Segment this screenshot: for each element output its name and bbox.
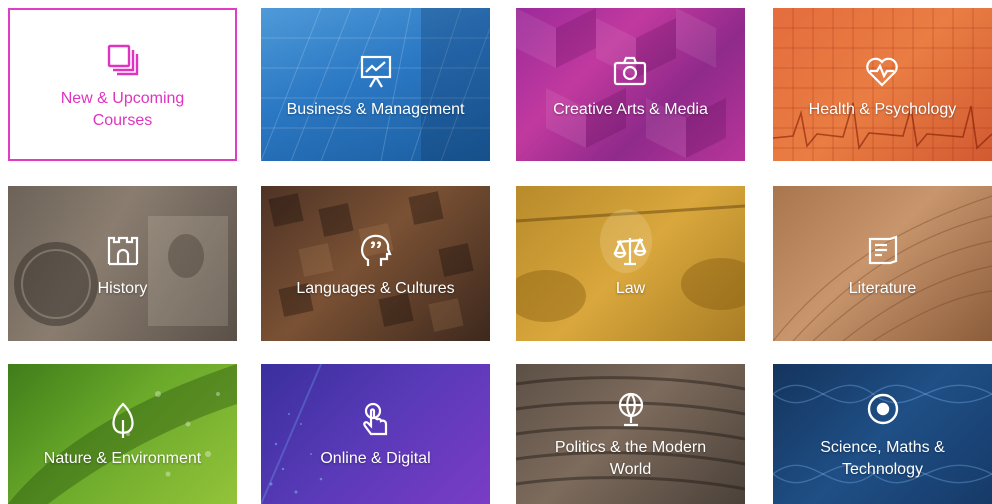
course-category-grid: New & Upcoming Courses Business & Manage… bbox=[0, 0, 992, 504]
heart-pulse-icon bbox=[860, 49, 904, 93]
tile-new-upcoming-courses[interactable]: New & Upcoming Courses bbox=[8, 8, 237, 161]
tile-languages-cultures[interactable]: Languages & Cultures bbox=[261, 186, 490, 341]
tile-content: Law bbox=[608, 228, 653, 300]
tile-content: Languages & Cultures bbox=[288, 228, 462, 300]
tile-content: Creative Arts & Media bbox=[545, 49, 716, 121]
tile-content: Health & Psychology bbox=[801, 49, 965, 121]
atom-icon bbox=[861, 387, 905, 431]
tile-creative-arts-media[interactable]: Creative Arts & Media bbox=[516, 8, 745, 161]
tile-history[interactable]: History bbox=[8, 186, 237, 341]
tile-label: Politics & the Modern World bbox=[554, 439, 707, 478]
tile-business-management[interactable]: Business & Management bbox=[261, 8, 490, 161]
camera-icon bbox=[608, 49, 652, 93]
tile-label: Creative Arts & Media bbox=[553, 100, 708, 118]
tile-science-maths-technology[interactable]: Science, Maths & Technology bbox=[773, 364, 992, 504]
tile-label: Science, Maths & Technology bbox=[820, 439, 945, 478]
tile-content: Online & Digital bbox=[312, 398, 438, 470]
tile-content: Literature bbox=[841, 228, 925, 300]
stacked-squares-icon bbox=[101, 38, 145, 82]
tile-law[interactable]: Law bbox=[516, 186, 745, 341]
castle-icon bbox=[101, 228, 145, 272]
tile-label: Business & Management bbox=[286, 100, 465, 118]
tile-label: Languages & Cultures bbox=[296, 279, 455, 297]
tile-content: History bbox=[90, 228, 156, 300]
tile-politics-modern-world[interactable]: Politics & the Modern World bbox=[516, 364, 745, 504]
tile-literature[interactable]: Literature bbox=[773, 186, 992, 341]
leaf-icon bbox=[101, 398, 145, 442]
tile-content: Business & Management bbox=[279, 49, 473, 121]
tile-label: Literature bbox=[848, 279, 917, 297]
presentation-board-icon bbox=[354, 49, 398, 93]
touch-hand-icon bbox=[354, 398, 398, 442]
tile-content: Science, Maths & Technology bbox=[795, 387, 971, 481]
tile-label: History bbox=[97, 279, 148, 297]
globe-icon bbox=[609, 387, 653, 431]
tile-online-digital[interactable]: Online & Digital bbox=[261, 364, 490, 504]
tile-content: Nature & Environment bbox=[36, 398, 209, 470]
tile-label: Health & Psychology bbox=[808, 100, 957, 118]
tile-label: Nature & Environment bbox=[43, 450, 202, 467]
tile-label: Law bbox=[615, 279, 646, 297]
book-icon bbox=[861, 228, 905, 272]
scales-icon bbox=[608, 228, 652, 272]
tile-label: Online & Digital bbox=[320, 450, 431, 467]
tile-content: New & Upcoming Courses bbox=[30, 38, 216, 132]
tile-content: Politics & the Modern World bbox=[528, 387, 734, 481]
tile-label: New & Upcoming Courses bbox=[60, 89, 185, 129]
speaking-head-icon bbox=[353, 228, 397, 272]
tile-health-psychology[interactable]: Health & Psychology bbox=[773, 8, 992, 161]
tile-nature-environment[interactable]: Nature & Environment bbox=[8, 364, 237, 504]
